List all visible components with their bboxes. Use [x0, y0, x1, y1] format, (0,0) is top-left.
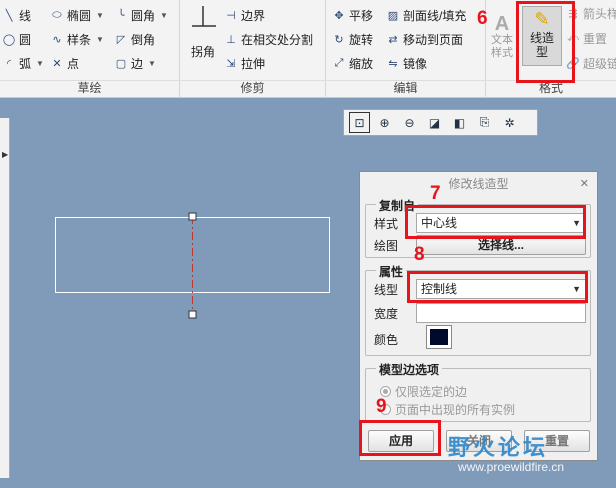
chamfer-button[interactable]: ◸ 倒角 [114, 29, 155, 49]
scale-button[interactable]: ⤢ 缩放 [332, 53, 373, 73]
stretch-icon: ⇲ [226, 57, 236, 70]
sketch-geometry[interactable] [50, 208, 340, 323]
color-label: 颜色 [374, 333, 399, 347]
hatch-button[interactable]: ▨ 剖面线/填充 [386, 5, 467, 25]
chamfer-icon: ◸ [116, 33, 126, 46]
edit-group-label: 编辑 [393, 81, 418, 95]
step-number-8: 8 [414, 244, 425, 265]
point-icon: ✕ [52, 57, 62, 70]
text-style-icon: A [494, 13, 510, 35]
display-style-icon[interactable]: ◧ [449, 112, 470, 133]
rotate-icon: ↻ [334, 33, 344, 46]
trim-group-label: 修剪 [240, 81, 265, 95]
dropdown-arrow-icon[interactable]: ▼ [96, 35, 104, 44]
forum-watermark: 野火论坛 [448, 435, 549, 460]
zoom-out-icon[interactable]: ⊖ [399, 112, 420, 133]
trim-group: 拐角 ⊣ 边界 ⊥ 在相交处分割 ⇲ 拉伸 修剪 [180, 0, 326, 98]
style-label: 样式 [374, 217, 399, 231]
scale-icon: ⤢ [334, 56, 344, 69]
linetype-label: 线型 [374, 283, 399, 297]
ellipse-icon: ⬭ [52, 8, 62, 21]
point-button[interactable]: ✕ 点 [50, 53, 79, 73]
forum-watermark-url: www.proewildfire.cn [458, 460, 565, 474]
highlight-apply-button [359, 420, 441, 456]
width-input[interactable] [416, 303, 586, 323]
step-number-6: 6 [477, 8, 488, 29]
endpoint-handle-bottom [188, 310, 197, 319]
circle-button[interactable]: ◯ 圆 [2, 29, 31, 49]
translate-button[interactable]: ✥ 平移 [332, 5, 373, 25]
properties-legend: 属性 [376, 263, 407, 280]
split-icon: ⊥ [226, 33, 236, 46]
zoom-in-icon[interactable]: ⊕ [374, 112, 395, 133]
text-style-button[interactable]: A 文本样式 [488, 14, 516, 60]
boundary-icon: ⊣ [226, 9, 236, 22]
collapse-chevron-icon[interactable]: ▶ [2, 150, 8, 159]
highlight-line-style-button [516, 1, 575, 83]
line-icon: ╲ [5, 9, 13, 22]
hatch-icon: ▨ [387, 9, 399, 22]
selected-edges-radio[interactable]: 仅限选定的边 [380, 383, 467, 400]
stretch-button[interactable]: ⇲ 拉伸 [224, 53, 265, 73]
corner-button[interactable]: 拐角 [186, 4, 220, 64]
left-panel-tab[interactable]: ▶ [0, 118, 10, 478]
edge-button[interactable]: ▢ 边 ▼ [114, 53, 156, 73]
dropdown-arrow-icon[interactable]: ▼ [96, 11, 104, 20]
line-button[interactable]: ╲ 线 [2, 5, 31, 25]
fillet-button[interactable]: ╰ 圆角 ▼ [114, 5, 168, 25]
all-instances-radio[interactable]: 页面中出现的所有实例 [380, 401, 515, 418]
step-number-7: 7 [430, 183, 441, 204]
highlight-style-select [405, 205, 586, 239]
color-swatch[interactable] [426, 325, 452, 349]
model-edge-legend: 模型边选项 [376, 361, 443, 378]
zoom-fit-icon[interactable]: ⊡ [349, 112, 370, 133]
dropdown-arrow-icon[interactable]: ▼ [148, 59, 156, 68]
sketch-group-label: 草绘 [77, 81, 102, 95]
width-label: 宽度 [374, 307, 399, 321]
sketch-group: ╲ 线 ⬭ 椭圆 ▼ ╰ 圆角 ▼ ◯ 圆 ∿ 样条 ▼ ◸ 倒角 ◜ 弧 ▼ … [0, 0, 180, 98]
drawing-label: 绘图 [374, 239, 399, 253]
spline-button[interactable]: ∿ 样条 ▼ [50, 29, 104, 49]
ellipse-button[interactable]: ⬭ 椭圆 ▼ [50, 5, 104, 25]
boundary-button[interactable]: ⊣ 边界 [224, 5, 265, 25]
step-number-9: 9 [376, 396, 387, 417]
snap-icon[interactable]: ✲ [499, 112, 520, 133]
annotation-icon[interactable]: ⎘ [474, 112, 495, 133]
edge-icon: ▢ [115, 57, 127, 70]
spline-icon: ∿ [52, 33, 62, 46]
color-swatch-fill [430, 329, 448, 345]
close-icon[interactable]: ✕ [580, 177, 589, 190]
model-edge-section: 模型边选项 仅限选定的边 页面中出现的所有实例 [365, 361, 591, 422]
mirror-icon: ⇋ [388, 57, 398, 70]
view-toolbar: ⊡ ⊕ ⊖ ◪ ◧ ⎘ ✲ [343, 109, 538, 136]
arc-icon: ◜ [6, 57, 12, 70]
mirror-button[interactable]: ⇋ 镜像 [386, 53, 427, 73]
endpoint-handle-top [188, 212, 197, 221]
move-icon: ✥ [334, 9, 344, 22]
corner-icon [192, 6, 216, 27]
dialog-title: 修改线造型 [448, 177, 509, 191]
dropdown-arrow-icon[interactable]: ▼ [36, 59, 44, 68]
arc-button[interactable]: ◜ 弧 ▼ [2, 53, 44, 73]
move-to-page-icon: ⇄ [388, 33, 398, 46]
fillet-icon: ╰ [117, 9, 125, 22]
circle-icon: ◯ [2, 33, 16, 46]
dropdown-arrow-icon[interactable]: ▼ [160, 11, 168, 20]
edit-group: ✥ 平移 ▨ 剖面线/填充 ↻ 旋转 ⇄ 移动到页面 ⤢ 缩放 ⇋ 镜像 编辑 [326, 0, 486, 98]
repaint-icon[interactable]: ◪ [424, 112, 445, 133]
split-button[interactable]: ⊥ 在相交处分割 [224, 29, 313, 49]
highlight-linetype-select [407, 271, 588, 303]
move-to-page-button[interactable]: ⇄ 移动到页面 [386, 29, 463, 49]
rotate-button[interactable]: ↻ 旋转 [332, 29, 373, 49]
